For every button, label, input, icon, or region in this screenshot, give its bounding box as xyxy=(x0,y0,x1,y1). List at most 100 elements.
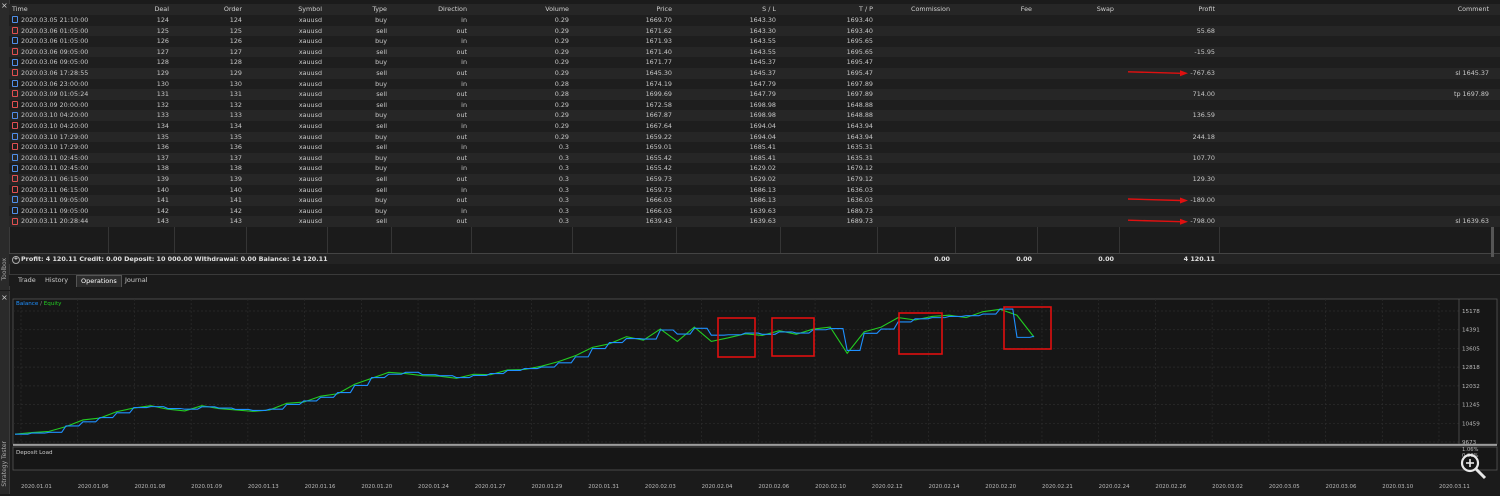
table-row[interactable]: 2020.03.10 17:29:00 136 136 xauusd sell in 0.3… xyxy=(9,142,1500,153)
cell-tp: 1689.73 xyxy=(846,206,873,215)
cell-profit xyxy=(1123,206,1215,217)
cell-price: 1639.43 xyxy=(645,217,672,226)
column-header-volume[interactable]: Volume xyxy=(474,4,569,15)
cell-profit xyxy=(1123,121,1215,132)
column-header-comment[interactable]: Comment xyxy=(1221,4,1489,15)
x-tick-label: 2020.03.05 xyxy=(1269,484,1300,490)
table-row[interactable]: 2020.03.09 01:05:24 131 131 xauusd sell out 0.… xyxy=(9,89,1500,100)
cell-volume: 0.3 xyxy=(558,175,569,183)
cell-profit xyxy=(1123,36,1215,47)
table-row[interactable]: 2020.03.10 04:20:00 133 133 xauusd buy out 0.2… xyxy=(9,110,1500,121)
cell-time: 2020.03.11 06:15:00 xyxy=(21,175,89,183)
cell-tp: 1648.88 xyxy=(846,100,873,109)
column-header-profit[interactable]: Profit xyxy=(1123,4,1215,15)
cell-profit xyxy=(1123,79,1215,90)
table-row[interactable]: 2020.03.11 20:28:44 143 143 xauusd sell out 0.… xyxy=(9,216,1500,227)
tab-history[interactable]: History xyxy=(41,275,72,286)
cell-sl: 1647.79 xyxy=(749,79,776,88)
cell-direction: out xyxy=(456,175,467,183)
cell-order: 129 xyxy=(229,69,242,77)
table-row[interactable]: 2020.03.11 02:45:00 137 137 xauusd buy out 0.3… xyxy=(9,152,1500,164)
table-scrollbar[interactable] xyxy=(1491,227,1494,257)
cell-price: 1669.70 xyxy=(645,16,672,24)
cell-deal: 127 xyxy=(156,47,169,56)
column-header-swap[interactable]: Swap xyxy=(1041,4,1114,15)
summary-row: + Profit: 4 120.11 Credit: 0.00 Deposit:… xyxy=(9,253,1500,264)
cell-comment xyxy=(1221,26,1489,37)
table-row[interactable]: 2020.03.06 01:05:00 126 126 xauusd buy in 0.29… xyxy=(9,36,1500,47)
cell-direction: in xyxy=(461,79,467,88)
cell-order: 131 xyxy=(229,90,242,99)
cell-price: 1671.77 xyxy=(645,58,672,67)
cell-price: 1667.64 xyxy=(645,122,672,130)
table-row[interactable]: 2020.03.06 09:05:00 127 127 xauusd sell out 0.… xyxy=(9,46,1500,58)
x-tick-label: 2020.01.31 xyxy=(588,484,619,490)
column-header-order[interactable]: Order xyxy=(177,4,242,15)
cell-type: sell xyxy=(376,217,387,226)
table-row[interactable]: 2020.03.11 06:15:00 139 139 xauusd sell out 0.… xyxy=(9,174,1500,185)
x-tick-label: 2020.01.13 xyxy=(248,484,279,490)
cell-profit: -15.95 xyxy=(1194,47,1215,56)
cell-deal: 125 xyxy=(156,26,169,35)
table-row[interactable]: 2020.03.11 02:45:00 138 138 xauusd buy in 0.3 1… xyxy=(9,163,1500,174)
table-row[interactable]: 2020.03.11 09:05:00 142 142 xauusd buy in 0.3 1… xyxy=(9,205,1500,217)
table-row[interactable]: 2020.03.11 09:05:00 141 141 xauusd buy out 0.3… xyxy=(9,195,1500,206)
column-header-commission[interactable]: Commission xyxy=(880,4,950,15)
table-row[interactable]: 2020.03.09 20:00:00 132 132 xauusd sell in 0.2… xyxy=(9,99,1500,111)
cell-sl: 1694.04 xyxy=(749,122,776,130)
column-header-deal[interactable]: Deal xyxy=(109,4,169,15)
table-row[interactable]: 2020.03.05 21:10:00 124 124 xauusd buy in 0.29… xyxy=(9,15,1500,26)
cell-time: 2020.03.11 02:45:00 xyxy=(21,164,89,173)
tab-operations[interactable]: Operations xyxy=(76,275,122,287)
column-header-time[interactable]: Time xyxy=(12,4,102,15)
column-header-sl[interactable]: S / L xyxy=(679,4,776,15)
cell-symbol: xauusd xyxy=(298,217,322,226)
cell-symbol: xauusd xyxy=(298,69,322,77)
cell-time: 2020.03.11 20:28:44 xyxy=(21,217,89,226)
cell-symbol: xauusd xyxy=(298,196,322,205)
summary-expand-icon[interactable]: + xyxy=(12,255,20,264)
column-header-price[interactable]: Price xyxy=(575,4,672,15)
cell-deal: 142 xyxy=(156,206,169,215)
table-row[interactable]: 2020.03.10 17:29:00 135 135 xauusd buy out 0.2… xyxy=(9,131,1500,143)
table-row[interactable]: 2020.03.11 06:15:00 140 140 xauusd sell in 0.3… xyxy=(9,184,1500,196)
column-header-type[interactable]: Type xyxy=(329,4,387,15)
column-header-tp[interactable]: T / P xyxy=(783,4,873,15)
cell-tp: 1695.65 xyxy=(846,37,873,46)
table-row[interactable]: 2020.03.06 17:28:55 129 129 xauusd sell out 0.… xyxy=(9,68,1500,79)
cell-type: buy xyxy=(375,111,387,120)
tab-journal[interactable]: Journal xyxy=(121,275,151,286)
toolbox-close-icon[interactable]: × xyxy=(1,2,8,10)
x-tick-label: 2020.02.20 xyxy=(985,484,1016,490)
cell-sl: 1643.30 xyxy=(749,26,776,35)
cell-tp: 1679.12 xyxy=(846,164,873,173)
summary-swap: 0.00 xyxy=(1098,255,1114,263)
cell-volume: 0.3 xyxy=(558,217,569,226)
cell-volume: 0.3 xyxy=(558,196,569,205)
cell-symbol: xauusd xyxy=(298,143,322,152)
cell-volume: 0.3 xyxy=(558,143,569,152)
cell-symbol: xauusd xyxy=(298,37,322,46)
cell-price: 1666.03 xyxy=(645,196,672,205)
cell-price: 1674.19 xyxy=(645,79,672,88)
cell-tp: 1635.31 xyxy=(846,153,873,162)
cell-deal: 139 xyxy=(156,175,169,183)
balance-chart-svg: 15178 14391 13605 12818 12032 11245 10459 9673 2… xyxy=(12,298,1498,490)
cell-volume: 0.29 xyxy=(554,132,569,141)
table-row[interactable]: 2020.03.06 09:05:00 128 128 xauusd buy in 0.29… xyxy=(9,57,1500,68)
cell-price: 1666.03 xyxy=(645,206,672,215)
cell-deal: 129 xyxy=(156,69,169,77)
column-header-symbol[interactable]: Symbol xyxy=(249,4,322,15)
cell-tp: 1695.47 xyxy=(846,69,873,77)
column-header-direction[interactable]: Direction xyxy=(394,4,467,15)
table-row[interactable]: 2020.03.06 23:00:00 130 130 xauusd buy in 0.28… xyxy=(9,78,1500,90)
tab-trade[interactable]: Trade xyxy=(14,275,40,286)
tester-close-icon[interactable]: × xyxy=(1,294,8,302)
cell-tp: 1697.89 xyxy=(846,90,873,99)
y-tick-label: 13605 xyxy=(1462,346,1480,352)
cell-order: 126 xyxy=(229,37,242,46)
column-header-fee[interactable]: Fee xyxy=(959,4,1032,15)
cell-type: buy xyxy=(375,206,387,215)
table-row[interactable]: 2020.03.10 04:20:00 134 134 xauusd sell in 0.2… xyxy=(9,121,1500,132)
table-row[interactable]: 2020.03.06 01:05:00 125 125 xauusd sell out 0.… xyxy=(9,25,1500,37)
